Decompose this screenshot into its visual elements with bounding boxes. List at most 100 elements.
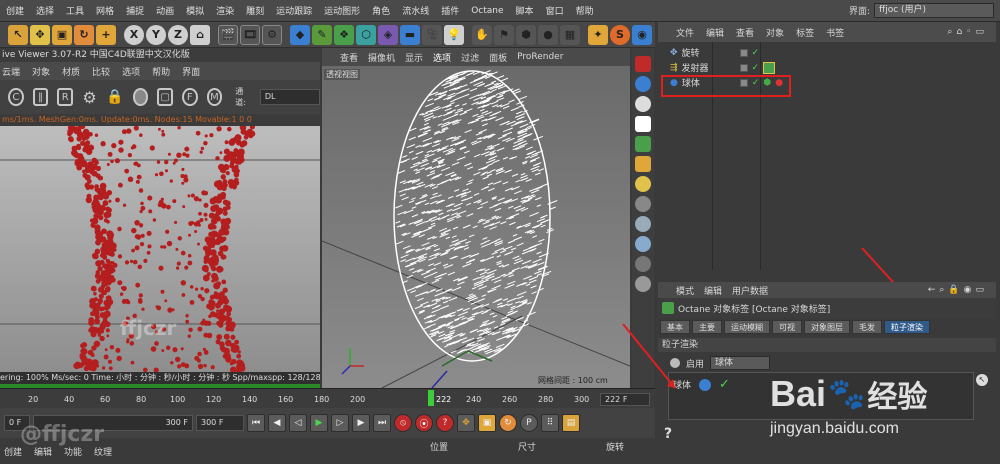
- menu-help[interactable]: 帮助: [570, 4, 600, 17]
- vp-menu-display[interactable]: 显示: [405, 51, 423, 64]
- menu-create[interactable]: 创建: [0, 4, 30, 17]
- tab-motion-blur[interactable]: 运动模糊: [724, 320, 770, 334]
- half-sphere-icon[interactable]: [635, 76, 651, 92]
- octane-globe-icon[interactable]: ◉: [632, 24, 652, 45]
- move-key-icon[interactable]: ✥: [457, 414, 475, 432]
- play-icon[interactable]: ▶: [310, 414, 328, 432]
- subdivision-icon[interactable]: ❖: [334, 24, 354, 45]
- vp-menu-view[interactable]: 查看: [340, 51, 358, 64]
- render-picture-viewer-icon[interactable]: 🎞: [240, 24, 260, 45]
- vp-menu-filter[interactable]: 过滤: [461, 51, 479, 64]
- menu-animate[interactable]: 动画: [150, 4, 180, 17]
- region-icon[interactable]: ▢: [157, 88, 173, 106]
- search-icon[interactable]: ⌕⌂◦▭: [947, 27, 988, 37]
- lv-menu-cloud[interactable]: 云端: [2, 65, 20, 78]
- menu-simulate[interactable]: 模拟: [180, 4, 210, 17]
- param-key-icon[interactable]: P: [520, 414, 538, 432]
- channel-select[interactable]: DL: [259, 89, 320, 105]
- menu-character[interactable]: 角色: [366, 4, 396, 17]
- om-menu-file[interactable]: 文件: [676, 26, 694, 39]
- menu-mesh[interactable]: 网格: [90, 4, 120, 17]
- go-end-icon[interactable]: ⏭: [373, 414, 391, 432]
- scale-icon[interactable]: ▣: [52, 24, 72, 45]
- keyframe-icon[interactable]: ?: [436, 414, 454, 432]
- lv-menu-interface[interactable]: 界面: [182, 65, 200, 78]
- object-row-emitter[interactable]: ⇶ 发射器 ✓: [658, 60, 996, 75]
- octane-tool-5-icon[interactable]: ▦: [560, 24, 580, 45]
- go-start-icon[interactable]: ⏮: [247, 414, 265, 432]
- vp-menu-panel[interactable]: 面板: [489, 51, 507, 64]
- gear-icon[interactable]: ⚙: [82, 88, 97, 107]
- om-menu-objects[interactable]: 对象: [766, 26, 784, 39]
- om-menu-tags[interactable]: 标签: [796, 26, 814, 39]
- menu-tools[interactable]: 工具: [60, 4, 90, 17]
- coordinate-system-icon[interactable]: ⌂: [190, 24, 210, 45]
- attr-menu-edit[interactable]: 编辑: [704, 284, 722, 297]
- prev-frame-icon[interactable]: ◁: [289, 414, 307, 432]
- reload-icon[interactable]: R: [57, 88, 74, 106]
- octane-tool-1-icon[interactable]: ✋: [472, 24, 492, 45]
- vp-menu-prorender[interactable]: ProRender: [517, 52, 563, 62]
- menu-snap[interactable]: 捕捉: [120, 4, 150, 17]
- lv-menu-options[interactable]: 选项: [122, 65, 140, 78]
- enabled-check-icon[interactable]: ✓: [719, 377, 730, 392]
- pause-icon[interactable]: ‖: [32, 88, 49, 106]
- axis-x-button[interactable]: X: [124, 24, 144, 45]
- tab-hair[interactable]: 毛发: [852, 320, 882, 334]
- attr-menu-mode[interactable]: 模式: [676, 284, 694, 297]
- move-icon[interactable]: ✥: [30, 24, 50, 45]
- menu-motion-tracker[interactable]: 运动跟踪: [270, 4, 318, 17]
- menu-plugins[interactable]: 插件: [435, 4, 465, 17]
- menu-window[interactable]: 窗口: [540, 4, 570, 17]
- film-icon[interactable]: ▤: [562, 414, 580, 432]
- sphere-icon-4[interactable]: [635, 256, 651, 272]
- octane-tool-4-icon[interactable]: ●: [538, 24, 558, 45]
- pick-icon[interactable]: ↖: [976, 374, 988, 386]
- vp-menu-camera[interactable]: 摄像机: [368, 51, 395, 64]
- menu-octane[interactable]: Octane: [465, 6, 509, 16]
- menu-pipeline[interactable]: 流水线: [396, 4, 435, 17]
- restart-icon[interactable]: C: [8, 88, 24, 106]
- object-row-rotate[interactable]: ✥ 旋转 ✓: [658, 45, 996, 60]
- plane-icon[interactable]: [635, 116, 651, 132]
- cube-icon[interactable]: ◆: [290, 24, 310, 45]
- ring-icon[interactable]: [635, 96, 651, 112]
- enable-select[interactable]: 球体: [710, 356, 771, 370]
- pen-icon[interactable]: ✎: [312, 24, 332, 45]
- next-frame-icon[interactable]: ▷: [331, 414, 349, 432]
- gear-green-icon[interactable]: [635, 136, 651, 152]
- array-icon[interactable]: ⬡: [356, 24, 376, 45]
- sun-icon[interactable]: [635, 176, 651, 192]
- vp-menu-options[interactable]: 选项: [433, 51, 451, 64]
- sphere-icon-1[interactable]: [635, 196, 651, 212]
- axis-y-button[interactable]: Y: [146, 24, 166, 45]
- floor-icon[interactable]: ▬: [400, 24, 420, 45]
- grid-key-icon[interactable]: ⠿: [541, 414, 559, 432]
- playhead[interactable]: [428, 390, 434, 406]
- camera-icon[interactable]: 🎥: [422, 24, 442, 45]
- sphere-icon-5[interactable]: [635, 276, 651, 292]
- help-icon[interactable]: ?: [664, 426, 672, 442]
- pick-material-icon[interactable]: M: [206, 88, 223, 106]
- rotate-icon[interactable]: ↻: [74, 24, 94, 45]
- autokey-icon[interactable]: ⦿: [415, 414, 433, 432]
- om-menu-bookmarks[interactable]: 书签: [826, 26, 844, 39]
- octane-tool-2-icon[interactable]: ⚑: [494, 24, 514, 45]
- lv-menu-compare[interactable]: 比较: [92, 65, 110, 78]
- add-icon[interactable]: +: [96, 24, 116, 45]
- current-frame-field[interactable]: 222 F: [600, 393, 650, 406]
- sphere-icon-3[interactable]: [635, 236, 651, 252]
- scale-key-icon[interactable]: ▣: [478, 414, 496, 432]
- lv-menu-help[interactable]: 帮助: [152, 65, 170, 78]
- light-icon[interactable]: 💡: [444, 24, 464, 45]
- material-ball-icon[interactable]: [132, 88, 149, 106]
- render-view-icon[interactable]: 🎬: [218, 24, 238, 45]
- om-menu-edit[interactable]: 编辑: [706, 26, 724, 39]
- sun-tag-icon[interactable]: [635, 156, 651, 172]
- render-settings-icon[interactable]: ⚙: [262, 24, 282, 45]
- record-keys-icon[interactable]: ⦸: [394, 414, 412, 432]
- tag-icon[interactable]: [763, 61, 776, 74]
- perspective-viewport[interactable]: [321, 66, 631, 389]
- tab-visibility[interactable]: 可视: [772, 320, 802, 334]
- menu-sculpt[interactable]: 雕刻: [240, 4, 270, 17]
